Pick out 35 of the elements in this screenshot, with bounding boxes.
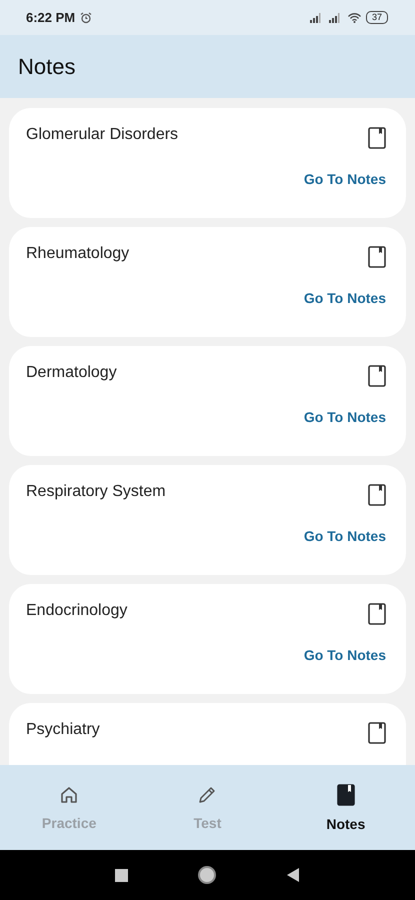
battery-level: 37 (366, 11, 388, 24)
card-title: Dermatology (26, 364, 117, 382)
card-title: Rheumatology (26, 245, 130, 263)
wifi-icon (348, 12, 361, 22)
book-icon (368, 603, 386, 625)
note-card[interactable]: Respiratory System Go To Notes (9, 465, 406, 575)
go-to-notes-link[interactable]: Go To Notes (304, 290, 386, 306)
recent-apps-icon[interactable] (115, 868, 128, 882)
nav-tab[interactable]: Notes (300, 778, 391, 838)
book-icon (368, 127, 386, 149)
home-icon (59, 784, 80, 804)
book-icon (368, 246, 386, 268)
card-title: Glomerular Disorders (26, 126, 178, 144)
book-icon (336, 784, 356, 806)
back-icon[interactable] (286, 867, 300, 883)
pencil-icon (197, 784, 218, 804)
go-to-notes-link[interactable]: Go To Notes (304, 171, 386, 187)
alarm-icon (80, 12, 92, 24)
status-time: 6:22 PM (26, 10, 76, 25)
note-card[interactable]: Dermatology Go To Notes (9, 346, 406, 456)
note-card[interactable]: Glomerular Disorders Go To Notes (9, 108, 406, 218)
book-icon (368, 365, 386, 387)
note-card[interactable]: Psychiatry (9, 703, 406, 765)
go-to-notes-link[interactable]: Go To Notes (304, 647, 386, 663)
note-card[interactable]: Endocrinology Go To Notes (9, 584, 406, 694)
go-to-notes-link[interactable]: Go To Notes (304, 409, 386, 425)
home-button-icon[interactable] (198, 866, 216, 884)
card-title: Psychiatry (26, 721, 100, 739)
go-to-notes-link[interactable]: Go To Notes (304, 528, 386, 544)
card-title: Respiratory System (26, 483, 166, 501)
card-title: Endocrinology (26, 602, 128, 620)
book-icon (368, 722, 386, 744)
note-card[interactable]: Rheumatology Go To Notes (9, 227, 406, 337)
book-icon (368, 484, 386, 506)
page-title: Notes (18, 54, 76, 80)
